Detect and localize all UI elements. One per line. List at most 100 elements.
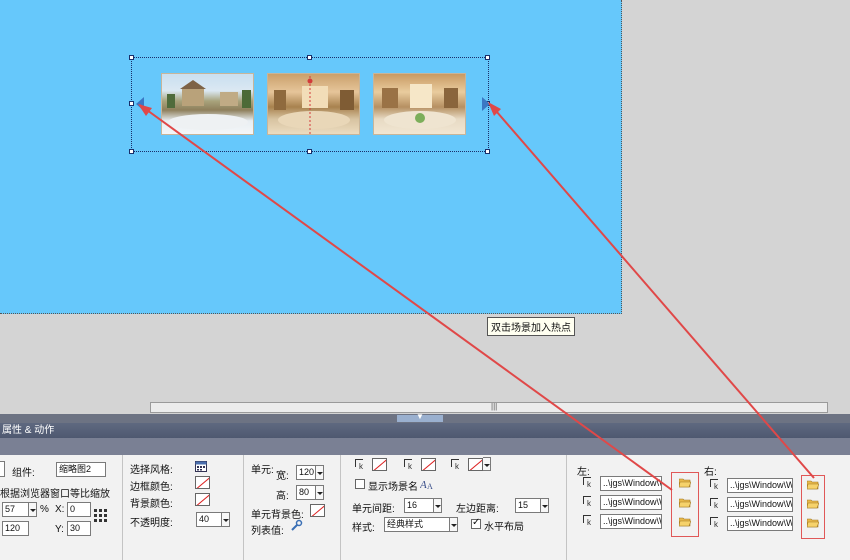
font-icon[interactable]: AA	[420, 477, 434, 490]
open-folder-icon[interactable]	[807, 480, 819, 490]
x-input[interactable]: 0	[67, 502, 91, 517]
resize-handle[interactable]	[307, 149, 312, 154]
left-pressed-icon	[583, 515, 593, 527]
resize-handle[interactable]	[485, 149, 490, 154]
right-normal-path[interactable]: ..\jgs\Window\Wi	[727, 478, 793, 493]
style-label: 样式:	[352, 523, 375, 534]
divider	[566, 455, 567, 560]
y-label: Y:	[55, 524, 64, 535]
hover-state-icon	[404, 459, 414, 471]
cell-height-dropdown-button[interactable]	[316, 485, 324, 500]
cell-spacing-dropdown-button[interactable]	[434, 498, 442, 513]
open-folder-icon[interactable]	[679, 498, 691, 508]
resize-handle[interactable]	[129, 55, 134, 60]
left-margin-label: 左边距离:	[456, 504, 499, 515]
anchor-grid-icon[interactable]	[94, 509, 108, 523]
open-folder-icon[interactable]	[807, 499, 819, 509]
opacity-dropdown-button[interactable]	[222, 512, 230, 527]
height-input[interactable]: 120	[2, 521, 29, 536]
scale-dropdown-button[interactable]	[29, 502, 37, 517]
left-group-title: 左:	[577, 467, 590, 478]
resize-handle[interactable]	[485, 55, 490, 60]
open-folder-icon[interactable]	[807, 518, 819, 528]
background-color-swatch[interactable]	[195, 493, 210, 506]
panel-splitter[interactable]: ▼	[0, 412, 850, 423]
x-label: X:	[55, 504, 65, 515]
thumbnail-scene-3[interactable]	[373, 73, 466, 135]
background-color-label: 背景颜色:	[130, 499, 173, 510]
resize-handle[interactable]	[129, 101, 134, 106]
open-folder-icon[interactable]	[679, 478, 691, 488]
scroll-grip-icon: |||	[491, 402, 498, 411]
cell-height-input[interactable]: 80	[296, 485, 316, 500]
list-value-label: 列表值:	[251, 526, 284, 537]
right-normal-icon	[710, 479, 720, 491]
border-color-swatch[interactable]	[195, 476, 210, 489]
right-hover-icon	[710, 498, 720, 510]
open-folder-icon[interactable]	[679, 517, 691, 527]
resize-handle[interactable]	[307, 55, 312, 60]
svg-text:A: A	[420, 479, 427, 490]
thumbnail-scene-1[interactable]	[161, 73, 254, 135]
thumbnail-scene-2[interactable]	[267, 73, 360, 135]
resize-handle[interactable]	[129, 149, 134, 154]
component-label: 组件:	[12, 468, 35, 479]
component-icon-box[interactable]	[0, 461, 5, 477]
right-hover-path[interactable]: ..\jgs\Window\Wi	[727, 497, 793, 512]
scale-label: 根据浏览器窗口等比缩放	[0, 489, 110, 500]
chevron-down-icon: ▼	[416, 412, 424, 421]
component-name-field[interactable]: 缩略图2	[56, 462, 106, 477]
left-hover-icon	[583, 496, 593, 508]
divider	[340, 455, 341, 560]
cell-height-label: 高:	[276, 491, 289, 502]
left-pressed-path[interactable]: ..\jgs\Window\Wi	[600, 514, 662, 529]
show-scene-name-label: 显示场景名	[368, 482, 418, 493]
opacity-label: 不透明度:	[130, 518, 173, 529]
border-color-label: 边框颜色:	[130, 482, 173, 493]
cell-spacing-input[interactable]: 16	[404, 498, 434, 513]
scale-unit-label: %	[40, 504, 49, 515]
pressed-color-swatch[interactable]	[468, 458, 483, 471]
cell-title: 单元:	[251, 465, 274, 476]
right-pressed-path[interactable]: ..\jgs\Window\Wi	[727, 516, 793, 531]
cell-spacing-label: 单元间距:	[352, 504, 395, 515]
opacity-input[interactable]: 40	[196, 512, 222, 527]
cell-bg-swatch[interactable]	[310, 504, 325, 517]
right-pressed-icon	[710, 517, 720, 529]
scroll-left-arrow-icon[interactable]	[135, 97, 145, 111]
horizontal-layout-checkbox[interactable]	[471, 517, 481, 529]
normal-color-swatch[interactable]	[372, 458, 387, 471]
style-dropdown-button[interactable]	[450, 517, 458, 532]
hint-tooltip: 双击场景加入热点	[487, 317, 575, 336]
style-select[interactable]: 经典样式	[384, 517, 450, 532]
calendar-style-icon[interactable]	[195, 460, 207, 472]
divider	[122, 455, 123, 560]
select-style-label: 选择风格:	[130, 465, 173, 476]
panel-toolbar-strip	[0, 438, 850, 455]
right-group-title: 右:	[704, 467, 717, 478]
horizontal-scrollbar[interactable]: |||	[150, 402, 828, 413]
scale-input[interactable]: 57	[2, 502, 29, 517]
left-margin-input[interactable]: 15	[515, 498, 541, 513]
y-input[interactable]: 30	[67, 521, 91, 536]
divider	[243, 455, 244, 560]
normal-state-icon	[355, 459, 365, 471]
svg-text:A: A	[427, 482, 433, 490]
left-hover-path[interactable]: ..\jgs\Window\Wi	[600, 495, 662, 510]
pressed-color-dropdown[interactable]	[483, 457, 491, 471]
horizontal-layout-label: 水平布局	[484, 522, 524, 533]
stage-canvas[interactable]	[0, 0, 622, 314]
left-normal-icon	[583, 477, 593, 489]
left-margin-dropdown-button[interactable]	[541, 498, 549, 513]
wrench-icon[interactable]	[290, 519, 303, 532]
pressed-state-icon	[451, 459, 461, 471]
hover-color-swatch[interactable]	[421, 458, 436, 471]
show-scene-name-checkbox[interactable]	[355, 479, 365, 489]
cell-width-dropdown-button[interactable]	[316, 465, 324, 480]
cell-width-input[interactable]: 120	[296, 465, 316, 480]
cell-width-label: 宽:	[276, 471, 289, 482]
properties-panel-title: 属性 & 动作	[0, 423, 850, 438]
collapse-toggle[interactable]: ▼	[397, 412, 443, 422]
scroll-right-arrow-icon[interactable]	[481, 97, 491, 111]
left-normal-path[interactable]: ..\jgs\Window\Wi	[600, 476, 662, 491]
